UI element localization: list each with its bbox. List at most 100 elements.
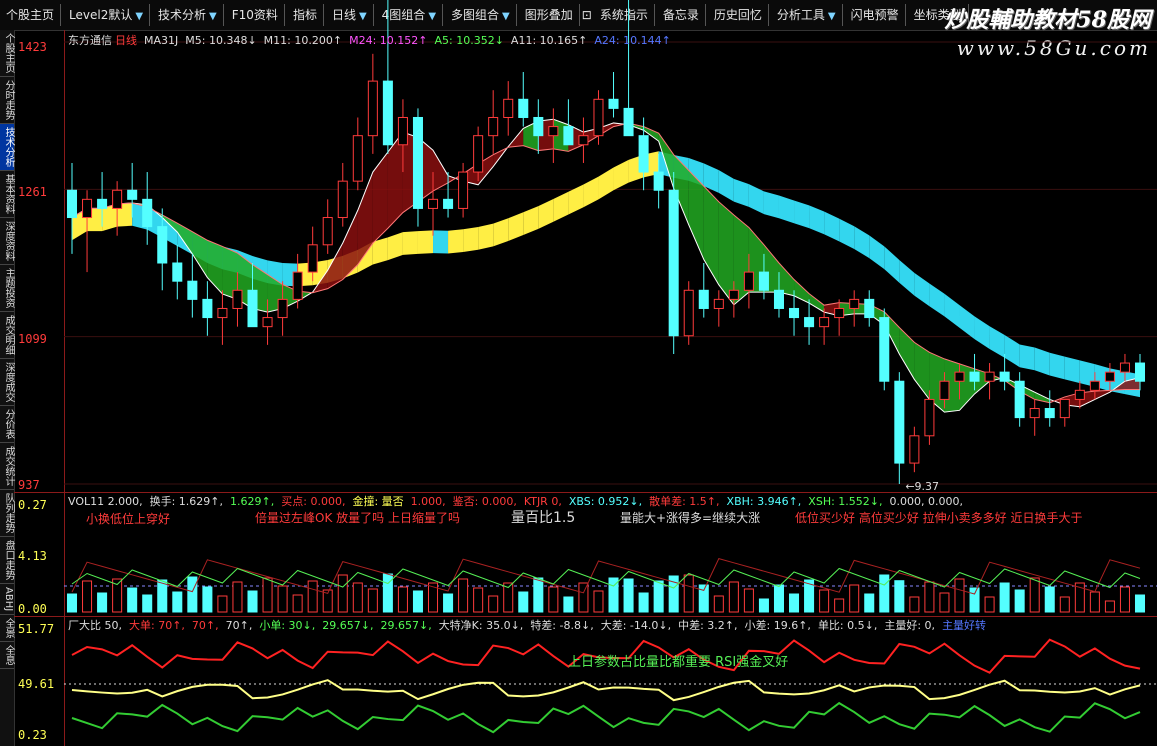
header-field: XBS: 0.952↓,	[568, 495, 643, 508]
ma-band-long-segment	[433, 230, 449, 254]
candle-body	[894, 380, 905, 464]
volume-bar	[473, 587, 484, 613]
candle-body	[653, 171, 664, 191]
candle-body	[789, 307, 800, 319]
candle-body	[1089, 380, 1100, 391]
header-field: M5: 10.348↓	[185, 34, 257, 47]
volume-bar	[66, 593, 78, 613]
ma-band-long-segment	[448, 229, 464, 254]
ma-band-long-segment	[583, 176, 599, 208]
ma-band-long-segment	[929, 283, 945, 317]
candle-body	[743, 271, 754, 291]
candle-body	[322, 217, 333, 246]
volume-bar	[262, 577, 273, 613]
header-field: 金撞: 量否	[352, 495, 404, 508]
volume-bar	[307, 580, 318, 613]
header-field: KTJR 0,	[523, 495, 562, 508]
turnover-avg-line	[71, 567, 1141, 589]
header-field: XSH: 1.552↓,	[808, 495, 883, 508]
ma-band-long-segment	[598, 167, 614, 200]
volume-bar	[1089, 591, 1100, 613]
candle-body	[412, 116, 423, 209]
header-field: 买点: 0.000,	[281, 495, 346, 508]
candle-body	[428, 198, 439, 209]
stock-name: 东方通信	[68, 34, 112, 47]
volume-bar	[172, 591, 183, 613]
candle-body	[1074, 389, 1085, 400]
ma-band-long-segment	[763, 191, 779, 219]
candle-body	[924, 398, 935, 437]
candle-body	[97, 198, 108, 209]
volume-bar	[1134, 594, 1146, 613]
ma-header: 东方通信 日线 MA31J M5: 10.348↓ M11: 10.200↑ M24: 1…	[68, 32, 678, 47]
header-field: A11: 10.165↑	[510, 34, 588, 47]
volume-bar	[924, 581, 935, 613]
volume-bar	[969, 587, 980, 613]
volume-header: VOL11 2.000, 换手: 1.629↑, 1.629↑, 买点: 0.000,…	[68, 493, 970, 508]
candle-body	[804, 317, 815, 328]
ma-band-long-segment	[538, 198, 554, 229]
header-field: 0.000, 0.000,	[889, 495, 963, 508]
period-label: 日线	[115, 34, 137, 47]
rsi-mid-line	[71, 679, 1141, 702]
ma-band-long-segment	[974, 316, 990, 350]
ma-band-long-segment	[613, 159, 629, 191]
header-field: MA31J	[144, 34, 179, 47]
ma-band-long-segment	[508, 212, 524, 242]
volume-bar	[578, 582, 589, 613]
volume-bar	[443, 593, 454, 613]
ma-band-long-segment	[1004, 334, 1020, 368]
candle-body	[698, 289, 709, 309]
candle-body	[593, 98, 604, 137]
candle-body	[172, 262, 183, 282]
candle-body	[458, 171, 469, 209]
candle-body	[668, 189, 679, 337]
header-field: M24: 10.152↑	[349, 34, 428, 47]
volume-bar	[518, 591, 529, 613]
volume-bar	[277, 585, 288, 613]
ma-band-long-segment	[523, 206, 539, 235]
header-field: 70↑,	[191, 619, 219, 632]
header-field: 大差: -14.0↓,	[600, 619, 672, 632]
header-field: XBH: 3.946↑,	[726, 495, 802, 508]
volume-bar	[894, 580, 905, 613]
volume-bar	[713, 595, 724, 613]
volume-bar	[533, 577, 544, 613]
turnover-line	[71, 558, 1141, 595]
volume-bar	[834, 598, 845, 613]
volume-bar	[773, 584, 784, 613]
ma-band-long-segment	[1064, 356, 1080, 384]
ma-band-long-segment	[778, 195, 795, 224]
candle-body	[112, 189, 123, 209]
candle-body	[984, 371, 995, 382]
candle-body	[232, 289, 243, 309]
candle-body	[1044, 408, 1055, 419]
header-field: 1.629↑,	[230, 495, 275, 508]
volume-bar	[412, 590, 423, 613]
header-field: 大特净K: 35.0↓,	[438, 619, 524, 632]
volume-bar	[337, 574, 348, 613]
ma-band-long-segment	[899, 259, 915, 296]
ma-band-long-segment	[417, 230, 434, 254]
volume-bar	[1029, 577, 1040, 613]
ma-band-long-segment	[959, 305, 975, 340]
candle-body	[563, 126, 574, 146]
panel-separator	[14, 616, 1157, 617]
ma-band-long-segment	[1034, 347, 1050, 376]
candle-body	[397, 116, 408, 146]
volume-bar	[232, 581, 243, 613]
ma-band-long-segment	[748, 184, 764, 215]
candle-body	[713, 298, 724, 309]
candle-body	[969, 371, 980, 382]
candle-body	[262, 317, 273, 328]
ma-band-long-segment	[809, 205, 825, 235]
chart-canvas[interactable]: ←14.83←9.37小换低位上穿好倍量过左峰OK 放量了吗 上日缩量了吗量百比…	[0, 0, 1157, 746]
volume-bar	[187, 576, 198, 613]
volume-bar	[202, 586, 213, 613]
volume-bar	[683, 574, 694, 613]
header-field: A24: 10.144↑	[594, 34, 671, 47]
volume-bar	[984, 596, 995, 613]
header-field: 主量好: 0,	[884, 619, 936, 632]
candle-body	[623, 107, 634, 137]
candle-body	[849, 298, 860, 309]
